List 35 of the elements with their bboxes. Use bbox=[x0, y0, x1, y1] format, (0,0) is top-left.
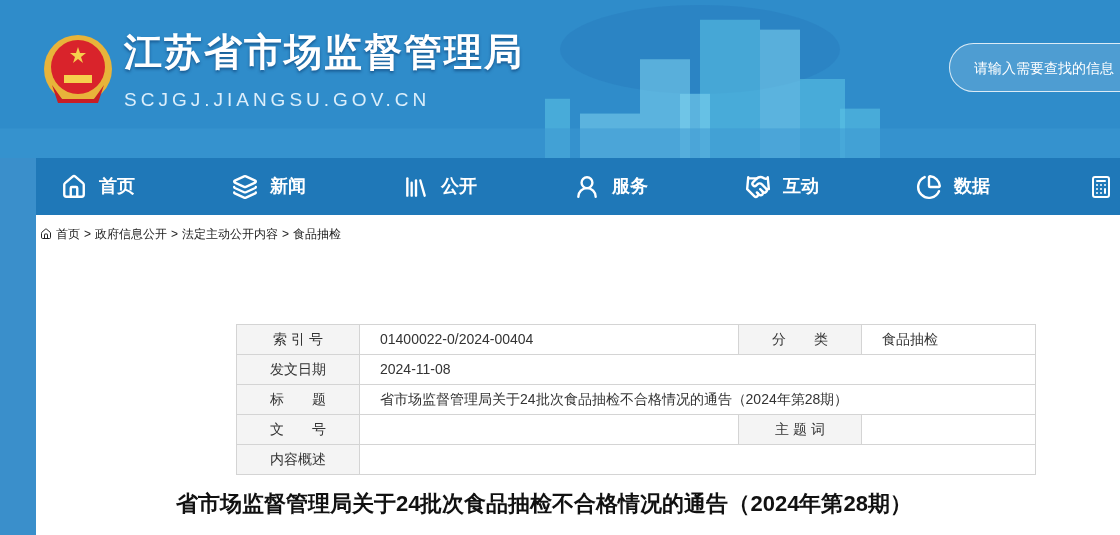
home-icon bbox=[40, 228, 52, 240]
field-value: 食品抽检 bbox=[861, 324, 1036, 355]
site-url: SCJGJ.JIANGSU.GOV.CN bbox=[124, 88, 432, 112]
field-label: 内容概述 bbox=[236, 444, 360, 475]
nav-item[interactable]: 公开 bbox=[403, 173, 574, 200]
nav-item[interactable]: 新闻 bbox=[232, 173, 403, 200]
pie-chart-icon bbox=[916, 173, 942, 200]
home-icon bbox=[61, 173, 87, 200]
user-icon bbox=[574, 173, 600, 200]
article-title: 省市场监督管理局关于24批次食品抽检不合格情况的通告（2024年第28期） bbox=[176, 490, 913, 518]
field-label: 文 号 bbox=[236, 414, 360, 445]
layers-icon bbox=[232, 173, 258, 200]
breadcrumb-link[interactable]: 政府信息公开 bbox=[95, 225, 167, 243]
breadcrumb-link[interactable]: 法定主动公开内容 bbox=[182, 225, 279, 243]
breadcrumb-separator: > bbox=[282, 226, 290, 243]
breadcrumb-separator: > bbox=[171, 226, 179, 243]
field-label: 标 题 bbox=[236, 384, 360, 415]
nav-item[interactable]: 互动 bbox=[745, 173, 916, 200]
nav-item[interactable]: 首页 bbox=[61, 173, 232, 200]
field-label: 主 题 词 bbox=[738, 414, 862, 445]
field-value: 2024-11-08 bbox=[359, 354, 1036, 385]
field-value: 01400022-0/2024-00404 bbox=[359, 324, 739, 355]
breadcrumb-link[interactable]: 首页 bbox=[56, 225, 80, 243]
field-value: 省市场监督管理局关于24批次食品抽检不合格情况的通告（2024年第28期） bbox=[359, 384, 1036, 415]
field-label: 分 类 bbox=[738, 324, 862, 355]
field-label: 索 引 号 bbox=[236, 324, 360, 355]
handshake-icon bbox=[745, 173, 771, 200]
breadcrumb-separator: > bbox=[84, 226, 91, 243]
nav-item[interactable]: 数据 bbox=[916, 173, 1087, 200]
calculator-icon[interactable] bbox=[1089, 174, 1113, 199]
breadcrumb-link[interactable]: 食品抽检 bbox=[293, 225, 342, 243]
site-title: 江苏省市场监督管理局 bbox=[124, 30, 524, 75]
search-field[interactable]: 请输入需要查找的信息 bbox=[949, 43, 1120, 92]
field-label: 发文日期 bbox=[236, 354, 360, 385]
nav-item[interactable]: 服务 bbox=[574, 173, 745, 200]
